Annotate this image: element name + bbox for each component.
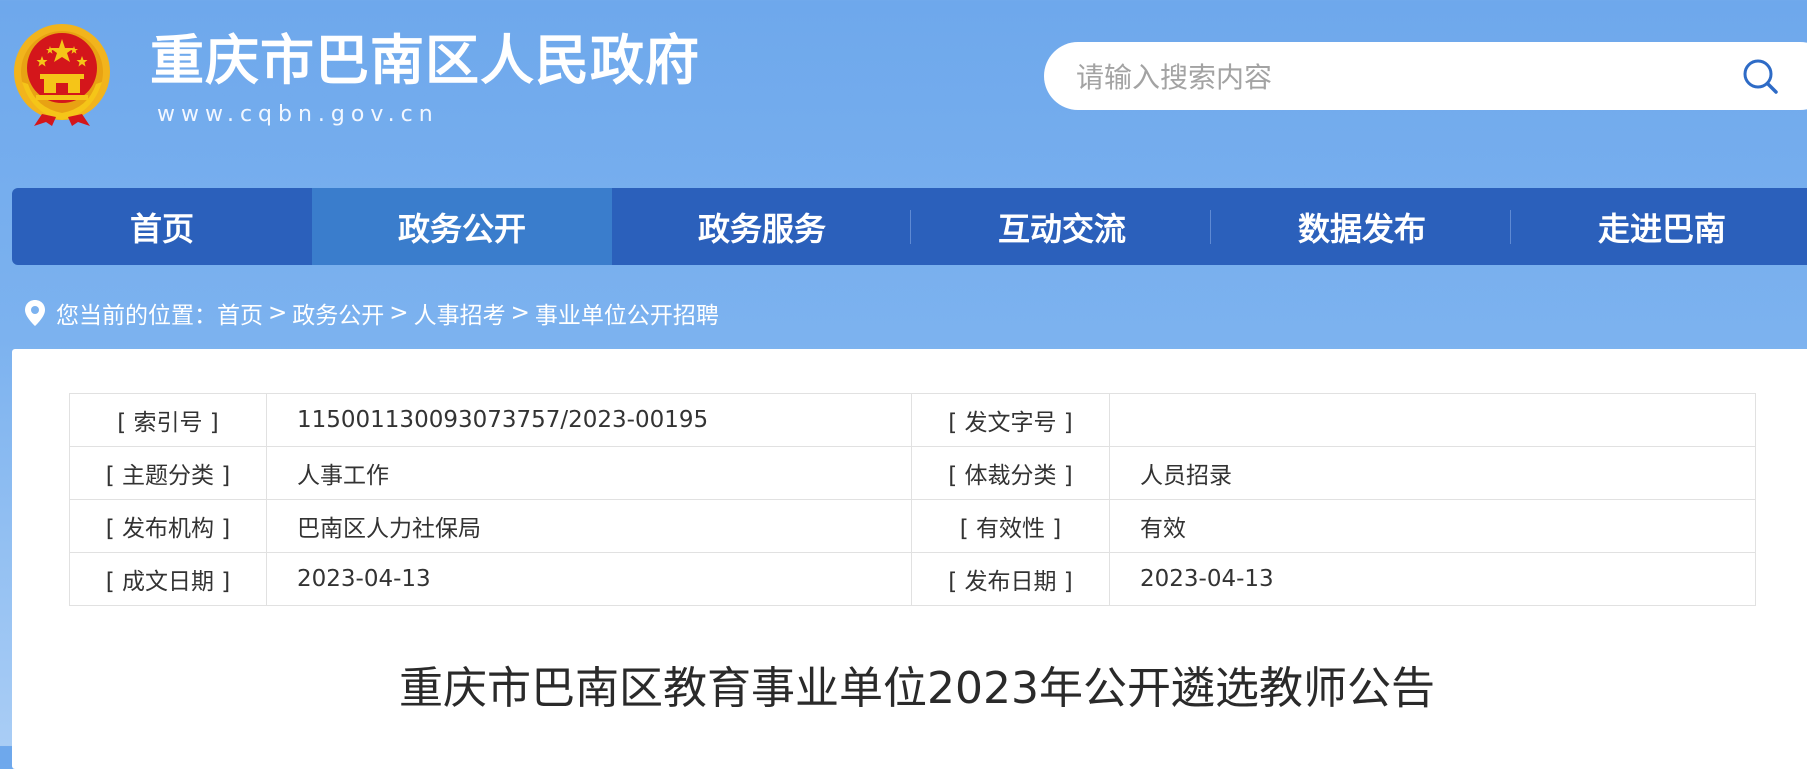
breadcrumb-item-personnel-recruitment[interactable]: 人事招考	[414, 296, 506, 330]
info-value-publisher: 巴南区人力社保局	[266, 499, 912, 553]
location-pin-icon	[25, 300, 45, 326]
info-label-written-date: [ 成文日期 ]	[69, 552, 267, 606]
main-nav: 首页 政务公开 政务服务 互动交流 数据发布 走进巴南	[12, 188, 1807, 265]
info-value-document-number	[1109, 393, 1756, 447]
breadcrumb-item-home[interactable]: 首页	[217, 296, 263, 330]
breadcrumb-item-government-affairs[interactable]: 政务公开	[292, 296, 384, 330]
breadcrumb-separator: >	[389, 300, 409, 326]
info-value-publish-date: 2023-04-13	[1109, 552, 1756, 606]
nav-item-about-banan[interactable]: 走进巴南	[1512, 188, 1807, 265]
breadcrumb-item-public-institution-recruitment[interactable]: 事业单位公开招聘	[535, 296, 719, 330]
nav-item-home[interactable]: 首页	[12, 188, 312, 265]
info-value-genre: 人员招录	[1109, 446, 1756, 500]
info-value-written-date: 2023-04-13	[266, 552, 912, 606]
nav-item-interaction[interactable]: 互动交流	[912, 188, 1212, 265]
search-input[interactable]	[1074, 42, 1698, 112]
breadcrumb-separator: >	[268, 300, 288, 326]
info-label-document-number: [ 发文字号 ]	[911, 393, 1110, 447]
breadcrumb-separator: >	[510, 300, 530, 326]
content-panel: [ 索引号 ] 115001130093073757/2023-00195 [ …	[12, 349, 1807, 769]
info-label-genre: [ 体裁分类 ]	[911, 446, 1110, 500]
nav-item-government-services[interactable]: 政务服务	[612, 188, 912, 265]
document-info-table: [ 索引号 ] 115001130093073757/2023-00195 [ …	[69, 393, 1756, 606]
info-label-topic: [ 主题分类 ]	[69, 446, 267, 500]
search-box	[1044, 42, 1807, 112]
site-header: 重庆市巴南区人民政府 www.cqbn.gov.cn	[0, 0, 1807, 185]
site-url: www.cqbn.gov.cn	[157, 102, 439, 127]
article-title: 重庆市巴南区教育事业单位2023年公开遴选教师公告	[399, 663, 1435, 714]
table-row: [ 成文日期 ] 2023-04-13 [ 发布日期 ] 2023-04-13	[69, 552, 1756, 606]
info-label-publisher: [ 发布机构 ]	[69, 499, 267, 553]
info-value-validity: 有效	[1109, 499, 1756, 553]
info-label-publish-date: [ 发布日期 ]	[911, 552, 1110, 606]
info-value-topic: 人事工作	[266, 446, 912, 500]
info-label-index-number: [ 索引号 ]	[69, 393, 267, 447]
info-value-index-number: 115001130093073757/2023-00195	[266, 393, 912, 447]
table-row: [ 发布机构 ] 巴南区人力社保局 [ 有效性 ] 有效	[69, 499, 1756, 553]
table-row: [ 主题分类 ] 人事工作 [ 体裁分类 ] 人员招录	[69, 446, 1756, 500]
site-title[interactable]: 重庆市巴南区人民政府	[150, 26, 700, 96]
nav-divider	[910, 210, 911, 244]
search-icon[interactable]	[1741, 57, 1781, 97]
nav-divider	[1510, 210, 1511, 244]
nav-divider	[1210, 210, 1211, 244]
national-emblem-icon[interactable]	[12, 22, 112, 128]
breadcrumb: 您当前的位置： 首页 > 政务公开 > 人事招考 > 事业单位公开招聘	[24, 295, 719, 331]
info-label-validity: [ 有效性 ]	[911, 499, 1110, 553]
nav-item-data-release[interactable]: 数据发布	[1212, 188, 1512, 265]
breadcrumb-prefix: 您当前的位置：	[56, 303, 217, 329]
table-row: [ 索引号 ] 115001130093073757/2023-00195 [ …	[69, 393, 1756, 447]
nav-item-government-affairs[interactable]: 政务公开	[312, 188, 612, 265]
